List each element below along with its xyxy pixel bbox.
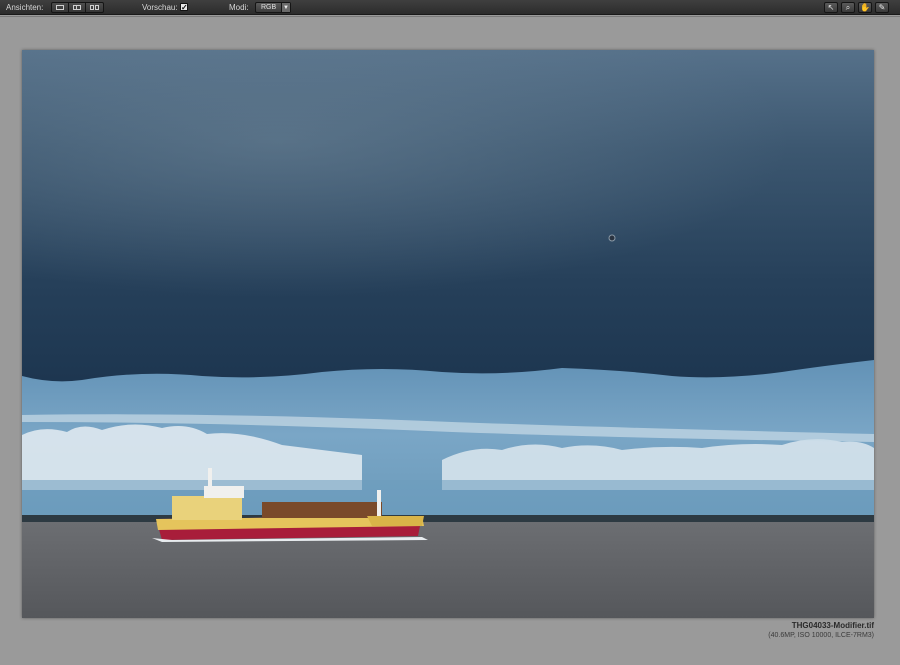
views-label: Ansichten: [6,3,44,12]
mode-select-value: RGB [261,4,277,11]
mode-select[interactable]: RGB ▼ [255,2,291,13]
preview-checkbox[interactable]: ✓ [180,3,188,12]
side-by-side-view-icon [90,5,99,10]
preview-label: Vorschau: [142,3,178,12]
zoom-tool-button[interactable]: ⌕ [841,2,855,13]
mode-label: Modi: [229,3,249,12]
toolbar: Ansichten: Vorschau: ✓ Modi: RGB ▼ ↖ ⌕ ✋… [0,0,900,15]
hand-icon: ✋ [860,3,870,12]
image-filename: THG04033-Modifier.tif [791,621,874,630]
side-by-side-view-button[interactable] [86,3,103,12]
zoom-icon: ⌕ [845,3,851,12]
image-details: (40.6MP, ISO 10000, ILCE-7RM3) [768,632,874,639]
eyedropper-tool-button[interactable]: ✎ [875,2,889,13]
eyedropper-icon: ✎ [878,3,886,12]
hand-tool-button[interactable]: ✋ [858,2,872,13]
chevron-down-icon: ▼ [281,3,290,12]
single-view-icon [56,5,64,10]
photo-preview[interactable] [22,50,874,618]
pointer-tool-button[interactable]: ↖ [824,2,838,13]
ship-seascape-image [22,50,874,618]
view-mode-segmented-control [51,2,104,13]
split-view-icon [73,5,81,10]
single-view-button[interactable] [52,3,69,12]
pointer-icon: ↖ [827,3,835,12]
split-view-button[interactable] [69,3,86,12]
